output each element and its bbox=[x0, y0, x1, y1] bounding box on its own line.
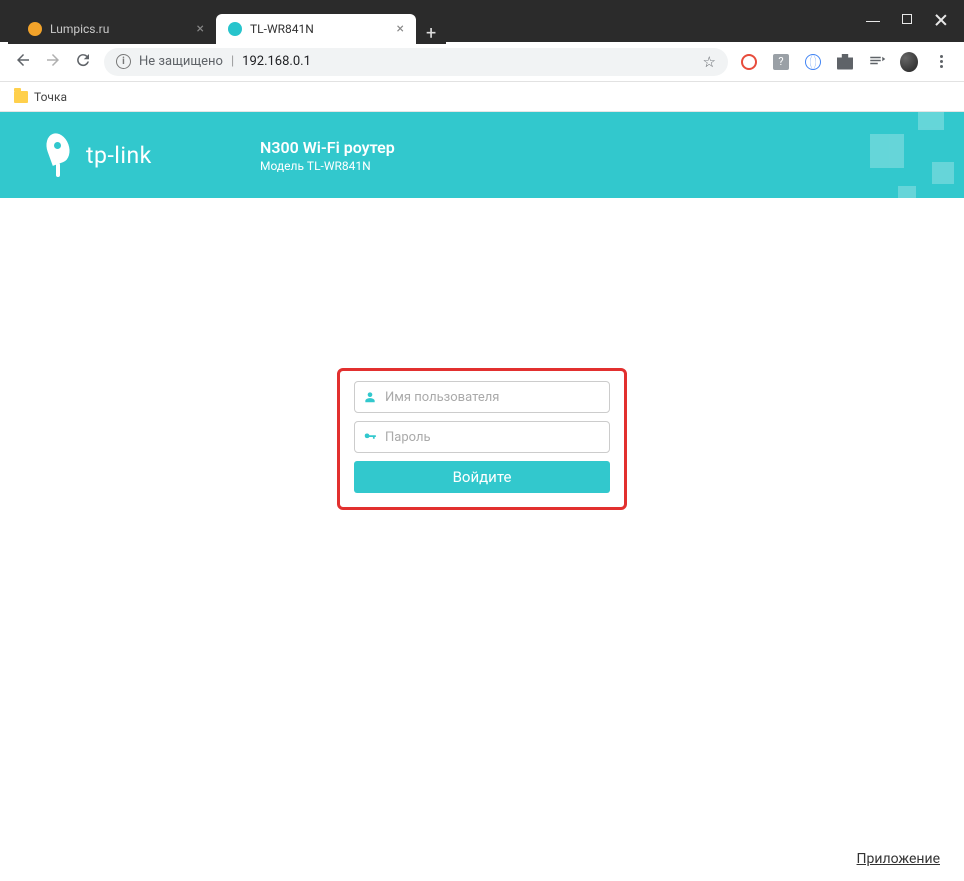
key-icon bbox=[363, 430, 377, 444]
password-row bbox=[354, 421, 610, 453]
window-close-button[interactable] bbox=[934, 14, 948, 28]
username-input[interactable] bbox=[385, 390, 601, 405]
window-controls bbox=[866, 14, 956, 28]
site-info-icon[interactable]: i bbox=[116, 54, 131, 69]
tab-title: TL-WR841N bbox=[250, 22, 314, 36]
bookmark-star-icon[interactable]: ☆ bbox=[703, 53, 716, 71]
close-tab-icon[interactable]: × bbox=[397, 21, 404, 37]
brand-logo: tp-link bbox=[42, 133, 242, 177]
tab-tlwr841n[interactable]: TL-WR841N × bbox=[216, 14, 416, 44]
opera-extension-icon[interactable] bbox=[740, 53, 758, 71]
password-input[interactable] bbox=[385, 430, 601, 445]
nav-forward-button[interactable] bbox=[44, 51, 62, 73]
help-extension-icon[interactable]: ? bbox=[772, 53, 790, 71]
window-minimize-button[interactable] bbox=[866, 14, 880, 22]
product-model: Модель TL-WR841N bbox=[260, 159, 395, 173]
page-header: tp-link N300 Wi-Fi роутер Модель TL-WR84… bbox=[0, 112, 964, 198]
url-separator: | bbox=[231, 54, 234, 69]
tab-lumpics[interactable]: Lumpics.ru × bbox=[16, 14, 216, 44]
bookmarks-bar: Точка bbox=[0, 82, 964, 112]
app-link[interactable]: Приложение bbox=[857, 851, 940, 867]
address-bar: i Не защищено | 192.168.0.1 ☆ ? bbox=[0, 42, 964, 82]
extensions-puzzle-icon[interactable] bbox=[836, 53, 854, 71]
product-title: N300 Wi-Fi роутер bbox=[260, 138, 395, 157]
url-field[interactable]: i Не защищено | 192.168.0.1 ☆ bbox=[104, 48, 728, 76]
toolbar-actions: ? bbox=[740, 53, 950, 71]
favicon-icon bbox=[228, 22, 242, 36]
product-info: N300 Wi-Fi роутер Модель TL-WR841N bbox=[260, 138, 395, 173]
tab-strip: Lumpics.ru × TL-WR841N × + bbox=[8, 10, 446, 44]
user-icon bbox=[363, 390, 377, 404]
url-text: 192.168.0.1 bbox=[242, 54, 311, 69]
reading-list-icon[interactable] bbox=[868, 53, 886, 71]
tplink-logo-icon bbox=[42, 133, 76, 177]
profile-avatar[interactable] bbox=[900, 53, 918, 71]
login-card: Войдите bbox=[337, 368, 627, 510]
tab-title: Lumpics.ru bbox=[50, 22, 109, 36]
security-label: Не защищено bbox=[139, 54, 223, 69]
window-titlebar: Lumpics.ru × TL-WR841N × + bbox=[0, 0, 964, 42]
new-tab-button[interactable]: + bbox=[416, 23, 446, 44]
login-form-area: Войдите bbox=[0, 368, 964, 510]
folder-icon bbox=[14, 91, 28, 103]
username-row bbox=[354, 381, 610, 413]
nav-back-button[interactable] bbox=[14, 51, 32, 73]
brand-text: tp-link bbox=[86, 142, 152, 169]
header-decoration bbox=[804, 112, 964, 198]
login-submit-button[interactable]: Войдите bbox=[354, 461, 610, 493]
browser-menu-button[interactable] bbox=[932, 53, 950, 71]
window-maximize-button[interactable] bbox=[902, 14, 912, 24]
nav-reload-button[interactable] bbox=[74, 51, 92, 73]
page-content: tp-link N300 Wi-Fi роутер Модель TL-WR84… bbox=[0, 112, 964, 881]
bookmark-item[interactable]: Точка bbox=[34, 90, 67, 104]
close-tab-icon[interactable]: × bbox=[197, 21, 204, 37]
globe-extension-icon[interactable] bbox=[804, 53, 822, 71]
favicon-icon bbox=[28, 22, 42, 36]
